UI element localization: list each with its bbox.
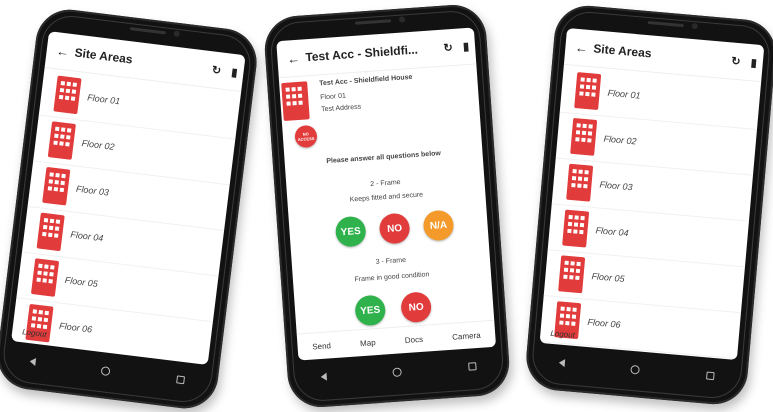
building-icon [36,212,65,252]
back-arrow-icon[interactable]: ← [281,50,306,67]
documents-icon[interactable]: ▮ [225,65,244,80]
tab-map[interactable]: Map [360,338,376,348]
site-areas-screen: ← Site Areas ↻ ▮ Floor 01 Floor 02 Floor… [539,28,765,361]
nav-recents-icon[interactable] [467,362,477,371]
app-bar: ← Test Acc - Shieldfi... ↻ ▮ [276,27,477,79]
nav-back-icon[interactable] [29,357,37,366]
no-access-badge[interactable]: NO ACCESS [294,124,318,149]
instruction-text: Please answer all questions below [326,150,442,166]
left-phone: ← Site Areas ↻ ▮ Floor 01 Floor 02 Floor… [0,5,261,412]
refresh-icon[interactable]: ↻ [439,40,458,55]
documents-icon[interactable]: ▮ [744,55,763,70]
nav-back-icon[interactable] [320,372,328,382]
tab-send[interactable]: Send [312,341,331,351]
site-areas-list: Floor 01 Floor 02 Floor 03 Floor 04 Floo… [539,65,762,360]
no-button[interactable]: NO [378,212,411,245]
building-icon [281,81,310,121]
back-arrow-icon[interactable]: ← [569,39,594,56]
na-button[interactable]: N/A [422,209,455,242]
page-title: Site Areas [73,45,134,67]
nav-home-icon[interactable] [101,365,112,376]
page-title: Site Areas [592,41,653,61]
nav-recents-icon[interactable] [175,375,185,385]
nav-home-icon[interactable] [392,366,403,377]
tab-docs[interactable]: Docs [404,334,423,344]
front-camera-icon [398,16,406,23]
building-icon [570,117,598,156]
refresh-icon[interactable]: ↻ [726,54,745,69]
nav-home-icon[interactable] [630,364,641,375]
front-camera-icon [691,22,699,30]
building-icon [47,121,76,160]
middle-phone: ← Test Acc - Shieldfi... ↻ ▮ Test Acc - … [262,2,512,410]
building-icon [574,72,602,111]
bottom-tab-bar: Send Map Docs Camera [296,319,497,361]
question-3-text: Frame in good condition [354,271,430,284]
site-areas-list: Floor 01 Floor 02 Floor 03 Floor 04 Floo… [11,68,241,365]
nav-back-icon[interactable] [558,358,566,368]
building-icon [53,75,82,115]
yes-button[interactable]: YES [334,215,367,248]
building-icon [566,163,594,202]
questions-screen: ← Test Acc - Shieldfi... ↻ ▮ Test Acc - … [276,27,497,361]
building-icon [562,209,590,248]
building-icon [42,166,71,206]
site-areas-screen: ← Site Areas ↻ ▮ Floor 01 Floor 02 Floor… [11,31,246,365]
no-button[interactable]: NO [400,291,433,324]
front-camera-icon [173,30,181,38]
tab-camera[interactable]: Camera [452,330,481,341]
page-title: Test Acc - Shieldfi... [304,42,419,65]
documents-icon[interactable]: ▮ [457,39,476,53]
yes-button[interactable]: YES [354,294,387,327]
nav-recents-icon[interactable] [705,371,715,381]
building-icon [30,258,60,297]
right-phone: ← Site Areas ↻ ▮ Floor 01 Floor 02 Floor… [523,3,773,407]
address-label: Test Address [320,103,362,114]
building-icon [558,255,586,294]
system-nav-bar [287,354,510,389]
refresh-icon[interactable]: ↻ [207,62,226,77]
floor-label: Floor 01 [320,92,347,102]
back-arrow-icon[interactable]: ← [50,42,76,60]
site-name: Test Acc - Shieldfield House [319,73,413,88]
